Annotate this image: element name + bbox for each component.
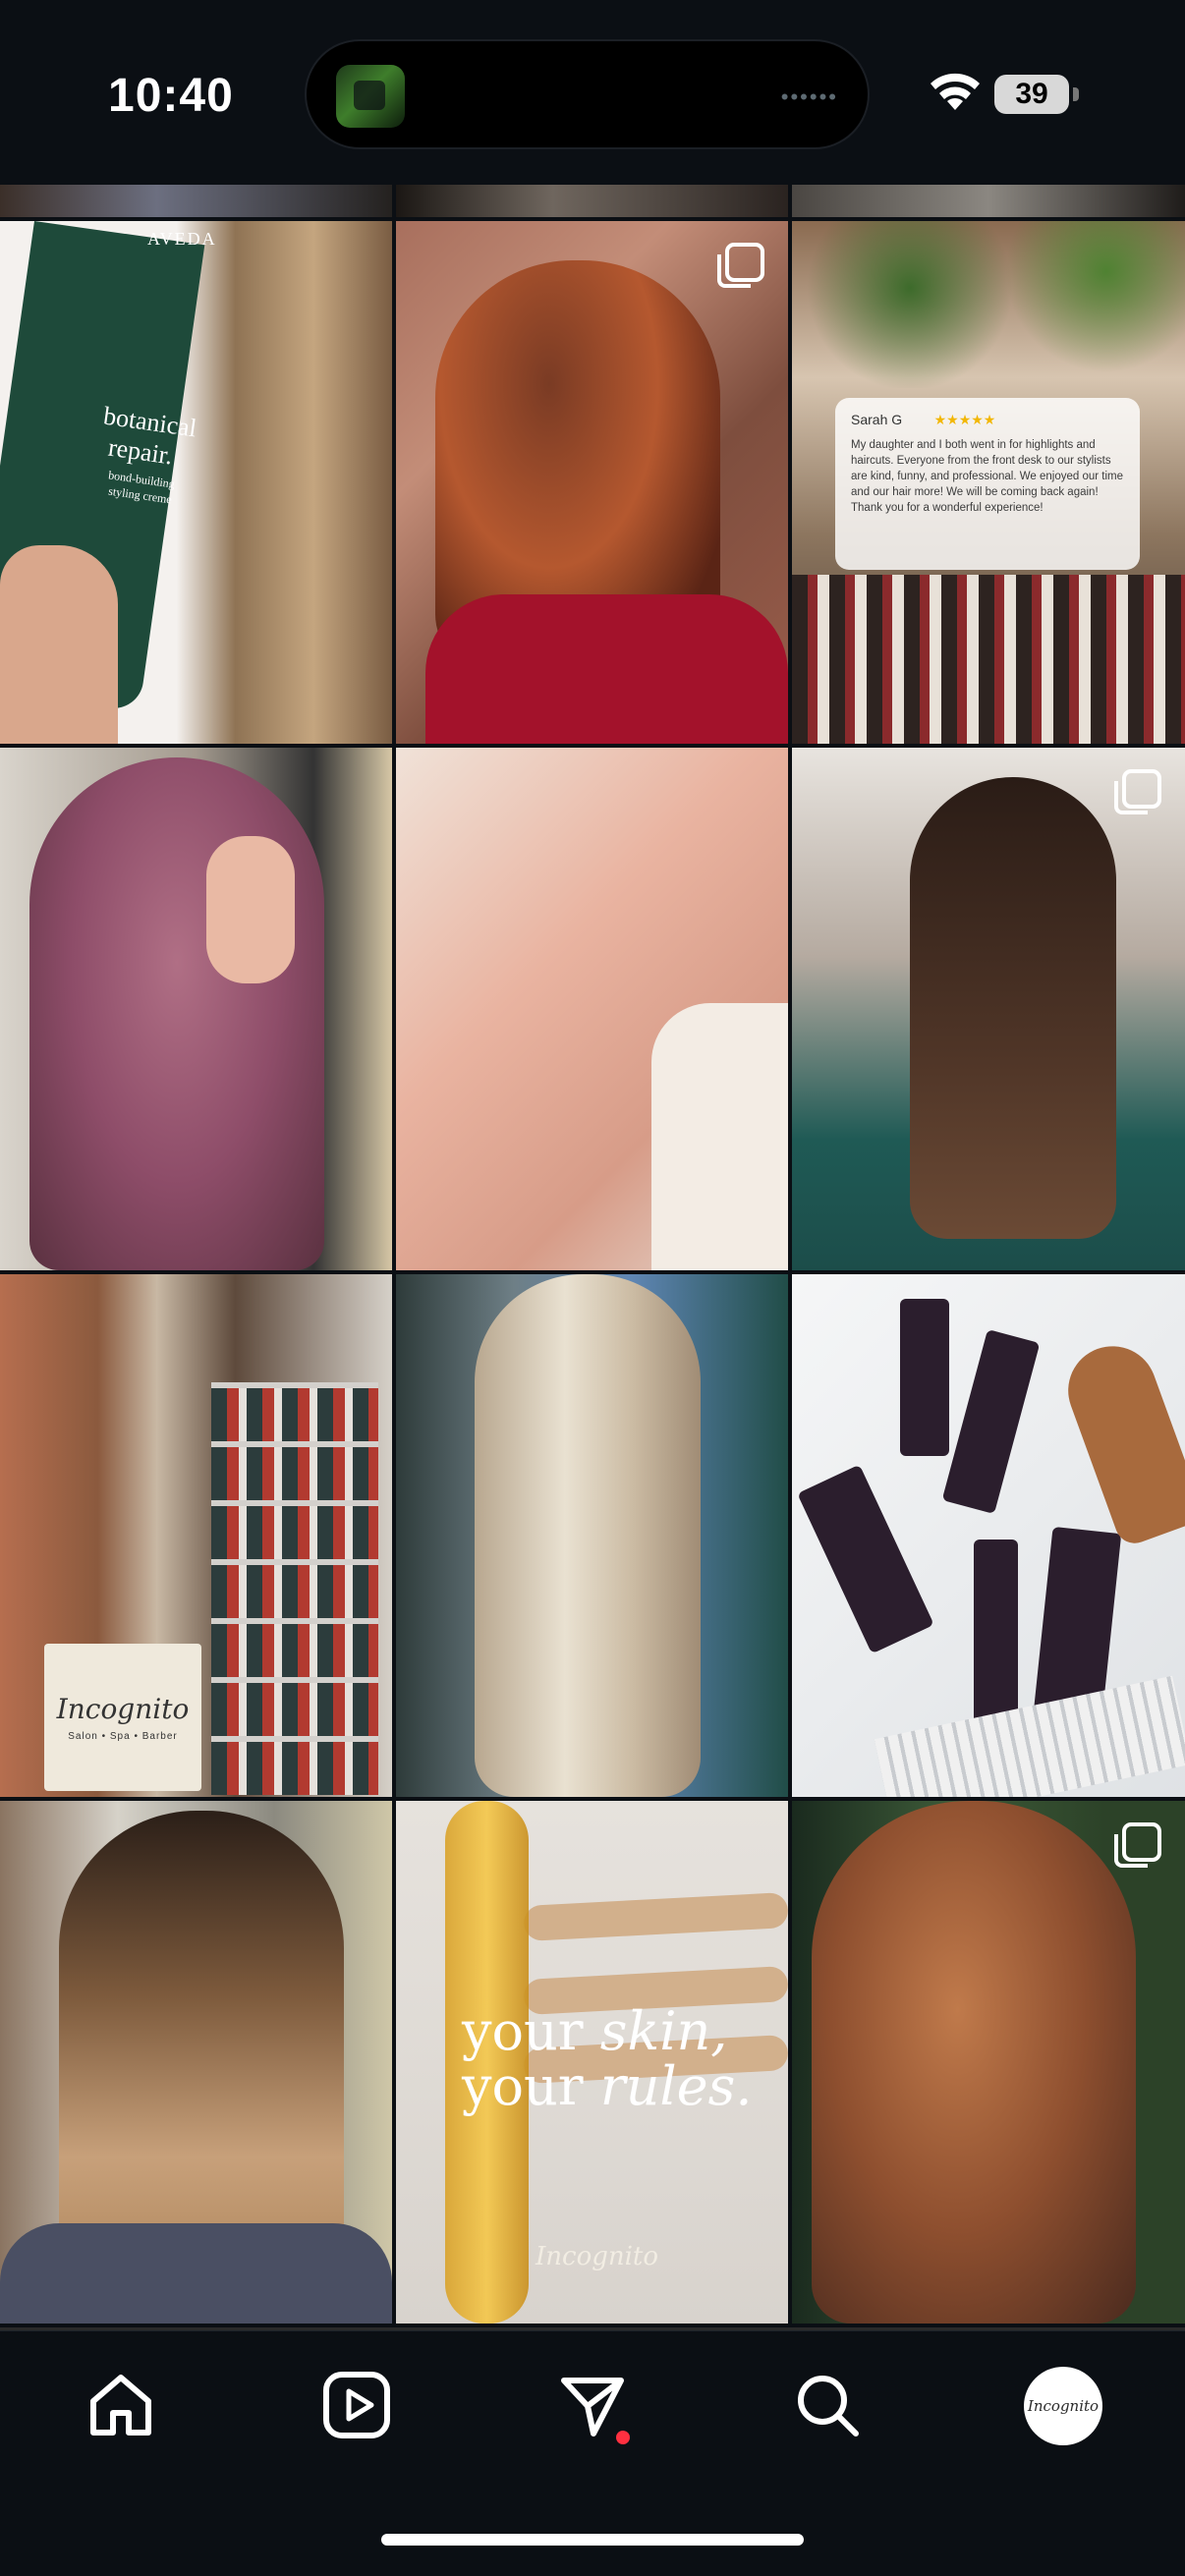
dynamic-island[interactable]: •••••• xyxy=(305,39,870,149)
face xyxy=(206,836,295,983)
clock: 10:40 xyxy=(108,70,234,122)
review-stars: ★★★★★ xyxy=(933,412,996,427)
carousel-icon xyxy=(1114,1822,1161,1868)
tab-messages[interactable] xyxy=(553,2366,632,2444)
wifi-icon xyxy=(931,73,980,110)
send-icon xyxy=(561,2378,624,2436)
hair-brush xyxy=(1055,1333,1185,1549)
bottom-tab-bar: Incognito xyxy=(0,2330,1185,2576)
post-tile-pink-hair[interactable] xyxy=(0,748,392,1270)
search-icon xyxy=(798,2376,859,2436)
previous-row-strip xyxy=(0,185,392,217)
hand xyxy=(0,545,118,744)
product-shelf xyxy=(792,575,1185,744)
avatar-text: Incognito xyxy=(1027,2397,1100,2415)
tote-brand-text: Incognito xyxy=(56,1693,190,1725)
island-dots: •••••• xyxy=(780,84,838,109)
shirt xyxy=(0,2223,392,2324)
plants xyxy=(792,221,1185,388)
reels-icon xyxy=(323,2372,390,2438)
notification-dot xyxy=(616,2431,630,2444)
wax-line1-a: your xyxy=(462,2000,600,2062)
battery-indicator: 39 xyxy=(994,75,1079,114)
post-tile-aveda-products[interactable] xyxy=(792,1274,1185,1797)
bottle xyxy=(974,1540,1018,1736)
headband xyxy=(651,1003,788,1270)
review-author: Sarah G xyxy=(851,412,903,427)
tote-bag: Incognito Salon • Spa • Barber xyxy=(44,1644,201,1791)
home-icon xyxy=(90,2375,151,2436)
bottle xyxy=(797,1464,934,1654)
hair-shape xyxy=(59,1811,344,2272)
status-bar: 10:40 •••••• 39 xyxy=(0,0,1185,185)
tab-reels[interactable] xyxy=(317,2366,396,2444)
post-tile-brunette[interactable] xyxy=(792,748,1185,1270)
wax-stick xyxy=(523,1891,788,1942)
carousel-icon xyxy=(1114,769,1161,814)
review-body: My daughter and I both went in for highl… xyxy=(851,439,1124,514)
post-tile-blonde-waves[interactable] xyxy=(396,1274,788,1797)
tab-home[interactable] xyxy=(82,2366,160,2444)
review-card: Sarah G ★★★★★ My daughter and I both wen… xyxy=(835,398,1140,570)
hair-shape xyxy=(910,777,1116,1239)
home-indicator[interactable] xyxy=(381,2534,804,2546)
post-tile-copper-balayage[interactable] xyxy=(792,1801,1185,2324)
live-activity-app-icon xyxy=(336,65,405,128)
red-top xyxy=(425,594,788,744)
profile-avatar[interactable]: Incognito xyxy=(1024,2367,1102,2445)
wax-promo-headline: your skin, your rules. xyxy=(462,2004,757,2114)
wax-promo-logo: Incognito xyxy=(536,2242,659,2271)
hair-shape xyxy=(812,1801,1136,2324)
bottle xyxy=(900,1299,949,1456)
hair-shape xyxy=(475,1274,701,1797)
hair-shape xyxy=(29,757,324,1270)
tab-search[interactable] xyxy=(788,2366,867,2444)
wax-line2-a: your xyxy=(462,2055,600,2117)
post-tile-highlights[interactable] xyxy=(0,1801,392,2324)
bottle xyxy=(941,1328,1041,1515)
wax-line1-b: skin, xyxy=(599,2000,728,2062)
basket xyxy=(874,1675,1185,1797)
post-tile-facial[interactable] xyxy=(396,748,788,1270)
previous-row-strip xyxy=(396,185,788,217)
aveda-logo-text: AVEDA xyxy=(147,229,217,249)
post-tile-aveda-cream[interactable]: AVEDA botanical repair. bond-building st… xyxy=(0,221,392,744)
post-tile-copper-waves[interactable] xyxy=(396,221,788,744)
shelving xyxy=(211,1382,378,1795)
previous-row-strip xyxy=(792,185,1185,217)
wax-line2-b: rules. xyxy=(599,2055,753,2117)
tote-sub-text: Salon • Spa • Barber xyxy=(68,1731,178,1742)
carousel-icon xyxy=(717,243,764,288)
